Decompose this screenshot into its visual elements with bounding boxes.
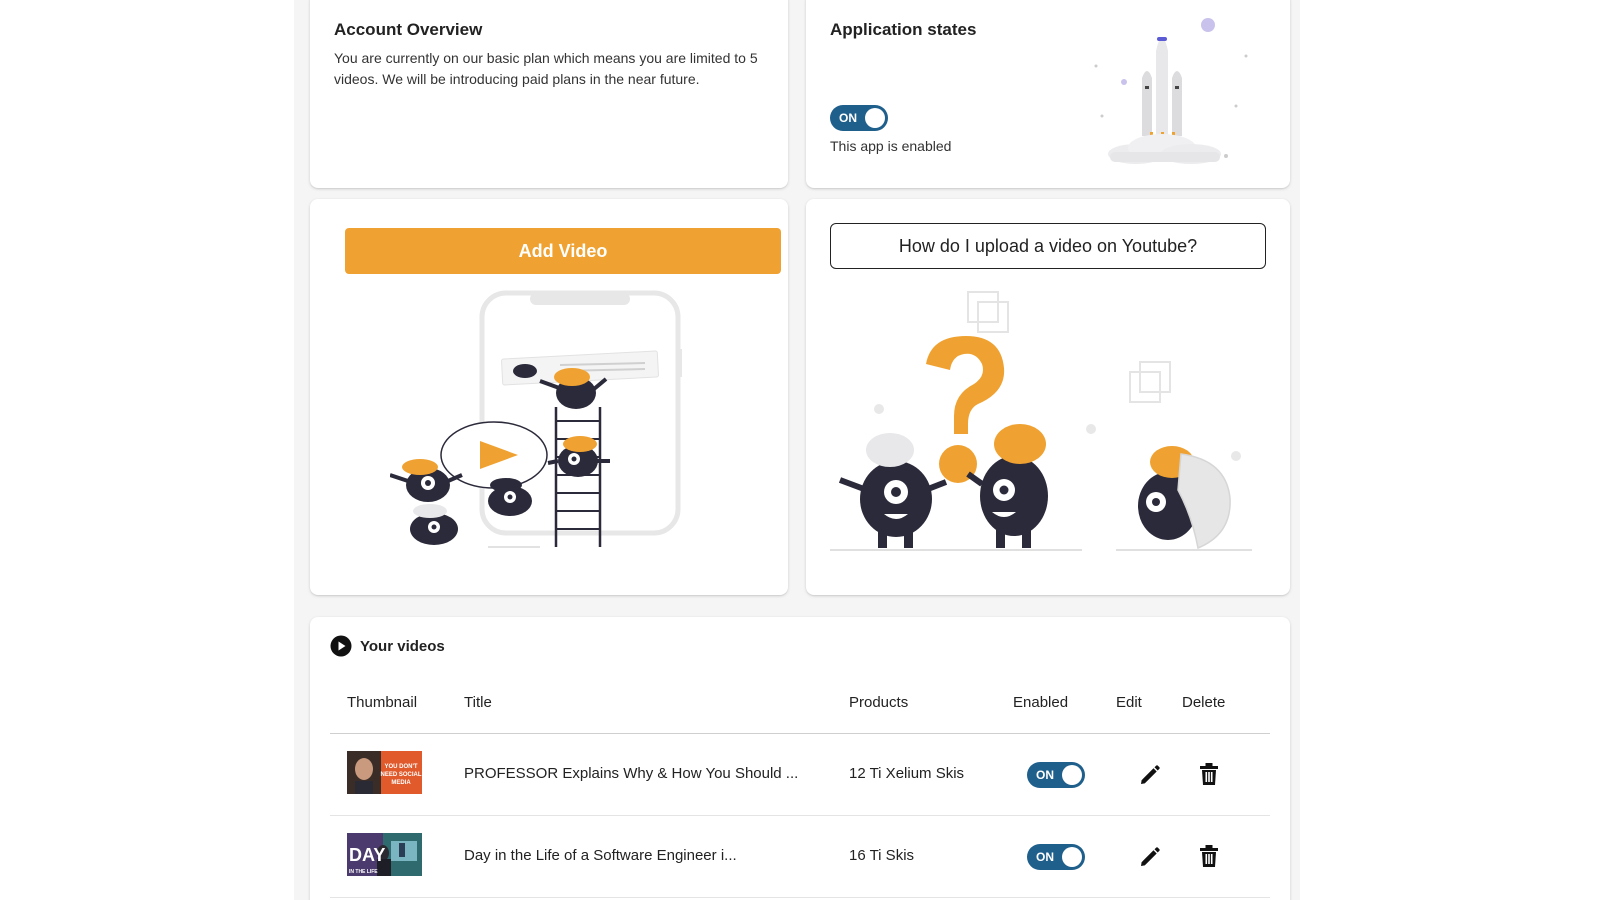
your-videos-card: Your videos Thumbnail Title Products Ena…: [310, 617, 1290, 900]
thumbnail-text: YOU DON'T: [384, 764, 417, 770]
column-thumbnail: Thumbnail: [347, 694, 418, 711]
question-illustration: [830, 291, 1252, 551]
toggle-knob: [865, 108, 885, 128]
pencil-icon[interactable]: [1138, 845, 1162, 869]
toggle-label: ON: [1036, 768, 1054, 782]
toggle-knob: [1062, 847, 1082, 867]
thumbnail-text: DAY: [349, 845, 385, 865]
svg-text:IN THE LIFE: IN THE LIFE: [349, 869, 378, 875]
pencil-icon[interactable]: [1138, 763, 1162, 787]
video-products: 16 Ti Skis: [849, 847, 915, 864]
trash-icon[interactable]: [1198, 762, 1220, 786]
application-states-title: Application states: [830, 20, 977, 39]
account-overview-title: Account Overview: [334, 20, 483, 39]
video-enabled-toggle[interactable]: ON: [1027, 844, 1085, 870]
account-overview-description: You are currently on our basic plan whic…: [334, 50, 758, 87]
app-enabled-toggle[interactable]: ON: [830, 105, 888, 131]
video-enabled-toggle[interactable]: ON: [1027, 762, 1085, 788]
upload-video-illustration: [390, 290, 682, 548]
upload-help-card: How do I upload a video on Youtube?: [806, 199, 1290, 595]
app-status-text: This app is enabled: [830, 138, 952, 154]
svg-text:MEDIA: MEDIA: [391, 780, 411, 786]
toggle-label: ON: [1036, 850, 1054, 864]
column-title: Title: [464, 694, 492, 711]
account-overview-card: Account Overview You are currently on ou…: [310, 0, 788, 188]
video-thumbnail: YOU DON'T NEED SOCIAL MEDIA: [347, 751, 422, 794]
table-row: YOU DON'T NEED SOCIAL MEDIA PROFESSOR Ex…: [330, 734, 1270, 816]
videos-header: Your videos: [330, 635, 445, 657]
toggle-label: ON: [839, 111, 857, 125]
video-title[interactable]: Day in the Life of a Software Engineer i…: [464, 847, 737, 864]
video-thumbnail: DAY IN THE LIFE: [347, 833, 422, 876]
videos-table-header: Thumbnail Title Products Enabled Edit De…: [330, 694, 1270, 734]
add-video-card: Add Video: [310, 199, 788, 595]
column-edit: Edit: [1116, 694, 1142, 711]
video-products: 12 Ti Xelium Skis: [849, 765, 965, 782]
videos-title: Your videos: [360, 637, 445, 655]
svg-text:NEED SOCIAL: NEED SOCIAL: [380, 772, 421, 778]
upload-help-button[interactable]: How do I upload a video on Youtube?: [830, 223, 1266, 269]
rocket-illustration: [1094, 18, 1248, 164]
add-video-button[interactable]: Add Video: [345, 228, 781, 274]
column-enabled: Enabled: [1013, 694, 1069, 711]
video-title[interactable]: PROFESSOR Explains Why & How You Should …: [464, 765, 798, 782]
application-states-card: Application states ON This app is enable…: [806, 0, 1290, 188]
column-products: Products: [849, 694, 909, 711]
table-row: DAY IN THE LIFE Day in the Life of a Sof…: [330, 816, 1270, 898]
play-circle-icon: [330, 635, 352, 657]
toggle-knob: [1062, 765, 1082, 785]
column-delete: Delete: [1182, 694, 1226, 711]
trash-icon[interactable]: [1198, 844, 1220, 868]
